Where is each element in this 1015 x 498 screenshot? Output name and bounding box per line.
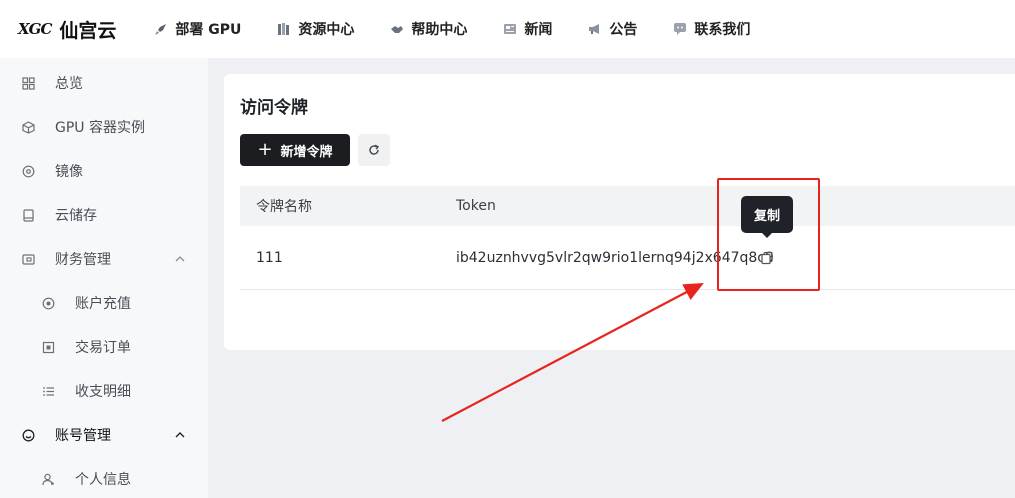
sidebar-item-profile[interactable]: 个人信息: [0, 457, 208, 498]
sidebar-item-overview[interactable]: 总览: [0, 61, 208, 105]
nav-item-deploy-gpu[interactable]: 部署 GPU: [154, 19, 241, 39]
sidebar-item-recharge[interactable]: 账户充值: [0, 281, 208, 325]
wallet-icon: [21, 252, 35, 266]
sidebar-item-gpu-instances[interactable]: GPU 容器实例: [0, 105, 208, 149]
sidebar-item-images[interactable]: 镜像: [0, 149, 208, 193]
chevron-up-icon[interactable]: [174, 253, 186, 265]
nav-item-contact-us[interactable]: 联系我们: [673, 19, 750, 39]
nav-label: 公告: [609, 22, 638, 38]
user-icon: [41, 472, 55, 486]
refresh-icon: [369, 144, 380, 155]
top-navbar: XGC 仙宫云 部署 GPU 资源中心 帮助中心 新闻 公告 联系我们: [0, 0, 1015, 58]
add-token-label: 新增令牌: [280, 144, 333, 160]
token-name-cell: 111: [256, 249, 283, 266]
sidebar-item-label: 财务管理: [55, 252, 111, 268]
plus-icon: +: [257, 139, 273, 160]
sidebar-item-account[interactable]: 账号管理: [0, 413, 208, 457]
sidebar-item-label: 云储存: [55, 208, 97, 224]
nav-item-announcement[interactable]: 公告: [588, 19, 637, 39]
brand-logo[interactable]: XGC 仙宫云: [18, 16, 116, 43]
nav-menu: 部署 GPU 资源中心 帮助中心 新闻 公告 联系我们: [154, 19, 786, 39]
sidebar-item-label: 个人信息: [75, 472, 131, 488]
disc-icon: [21, 164, 35, 178]
dashboard-icon: [21, 76, 35, 90]
nav-label: 帮助中心: [411, 22, 468, 38]
token-table: 令牌名称 Token 111 ib42uznhvvg5vlr2qw9rio1le…: [240, 186, 1015, 290]
megaphone-icon: [588, 22, 602, 36]
table-row: 111 ib42uznhvvg5vlr2qw9rio1lernq94j2x647…: [240, 226, 1015, 290]
sidebar-item-label: GPU 容器实例: [55, 120, 145, 136]
logo-mark: XGC: [18, 20, 52, 38]
chat-icon: [673, 22, 687, 36]
books-icon: [277, 22, 291, 36]
recharge-icon: [41, 296, 55, 310]
order-icon: [41, 340, 55, 354]
refresh-button[interactable]: [358, 134, 390, 166]
sidebar: 总览 GPU 容器实例 镜像 云储存 财务管理 账户充值 交易订单 收支明细 账…: [0, 58, 208, 498]
column-header-name: 令牌名称: [256, 199, 312, 215]
rocket-icon: [154, 22, 168, 36]
sidebar-item-label: 镜像: [55, 164, 83, 180]
nav-label: 资源中心: [298, 22, 355, 38]
handshake-icon: [390, 22, 404, 36]
sidebar-item-label: 交易订单: [75, 340, 131, 356]
nav-label: 部署 GPU: [175, 22, 242, 38]
nav-label: 联系我们: [694, 22, 751, 38]
add-token-button[interactable]: + 新增令牌: [240, 134, 350, 166]
column-header-token: Token: [456, 198, 496, 214]
sidebar-item-label: 收支明细: [75, 384, 131, 400]
brand-name: 仙宫云: [59, 19, 117, 42]
sidebar-item-label: 账户充值: [75, 296, 131, 312]
nav-item-resource-center[interactable]: 资源中心: [277, 19, 354, 39]
nav-item-news[interactable]: 新闻: [503, 19, 552, 39]
sidebar-item-transactions[interactable]: 收支明细: [0, 369, 208, 413]
newspaper-icon: [503, 22, 517, 36]
chevron-up-icon[interactable]: [174, 429, 186, 441]
nav-label: 新闻: [524, 22, 553, 38]
access-token-card: 访问令牌 + 新增令牌 令牌名称 Token 111 ib42uznhvvg5v…: [224, 74, 1015, 350]
sidebar-item-finance[interactable]: 财务管理: [0, 237, 208, 281]
list-icon: [41, 384, 55, 398]
page-title: 访问令牌: [240, 98, 308, 118]
sidebar-item-label: 总览: [55, 76, 83, 92]
smile-icon: [21, 428, 35, 442]
highlight-annotation-box: [717, 178, 820, 291]
sidebar-item-label: 账号管理: [55, 428, 111, 444]
sidebar-item-orders[interactable]: 交易订单: [0, 325, 208, 369]
storage-icon: [21, 208, 35, 222]
sidebar-item-cloud-storage[interactable]: 云储存: [0, 193, 208, 237]
table-header: 令牌名称 Token: [240, 186, 1015, 226]
nav-item-help-center[interactable]: 帮助中心: [390, 19, 467, 39]
cube-icon: [21, 120, 35, 134]
